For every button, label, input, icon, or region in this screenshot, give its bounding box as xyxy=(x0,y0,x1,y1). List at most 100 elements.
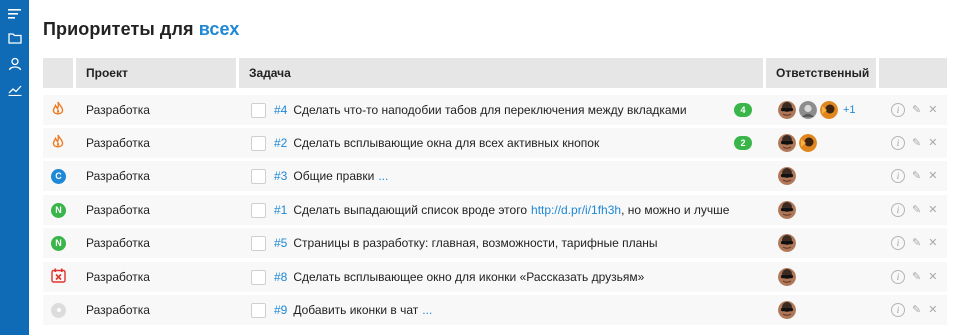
task-checkbox[interactable] xyxy=(251,168,266,184)
task-number[interactable]: #4 xyxy=(274,103,287,117)
avatar[interactable] xyxy=(778,301,796,319)
task-title-suffix[interactable]: , но можно и лучше xyxy=(621,203,729,217)
task-cell: #1 Сделать выпадающий список вроде этого… xyxy=(251,195,729,225)
task-title[interactable]: Общие правки xyxy=(293,169,374,183)
table-header: Проект Задача Ответственный xyxy=(43,58,947,88)
task-cell: #3 Общие правки ... xyxy=(251,161,388,191)
task-checkbox[interactable] xyxy=(251,269,266,285)
responsible-avatars xyxy=(778,161,799,191)
folder-icon[interactable] xyxy=(7,30,22,45)
task-number[interactable]: #8 xyxy=(274,270,287,284)
table-row[interactable]: C Разработка #3 Общие правки ... i ✎ ✕ xyxy=(43,161,947,191)
edit-pencil-icon[interactable]: ✎ xyxy=(912,271,921,283)
project-name[interactable]: Разработка xyxy=(86,161,150,191)
header-project[interactable]: Проект xyxy=(76,58,236,88)
project-name[interactable]: Разработка xyxy=(86,228,150,258)
table-row[interactable]: Разработка #4 Сделать что-то наподобии т… xyxy=(43,95,947,125)
page-title-accent[interactable]: всех xyxy=(199,19,240,39)
extra-assignees-count[interactable]: +1 xyxy=(843,104,856,116)
status-cell: N xyxy=(51,195,66,225)
task-cell: #9 Добавить иконки в чат ... xyxy=(251,295,432,325)
task-title[interactable]: Добавить иконки в чат xyxy=(293,303,418,317)
project-name[interactable]: Разработка xyxy=(86,295,150,325)
task-more-ellipsis[interactable]: ... xyxy=(378,169,388,183)
close-icon[interactable]: ✕ xyxy=(928,237,937,249)
comment-count-badge[interactable]: 2 xyxy=(734,136,752,150)
task-title[interactable]: Сделать всплывающие окна для всех активн… xyxy=(293,136,599,150)
task-more-ellipsis[interactable]: ... xyxy=(422,303,432,317)
status-cell: C xyxy=(51,161,66,191)
responsible-avatars xyxy=(778,195,799,225)
project-name[interactable]: Разработка xyxy=(86,195,150,225)
close-icon[interactable]: ✕ xyxy=(928,304,937,316)
edit-pencil-icon[interactable]: ✎ xyxy=(912,304,921,316)
task-title[interactable]: Страницы в разработку: главная, возможно… xyxy=(293,236,657,250)
avatar[interactable] xyxy=(778,234,796,252)
header-task[interactable]: Задача xyxy=(239,58,763,88)
close-icon[interactable]: ✕ xyxy=(928,104,937,116)
user-icon[interactable] xyxy=(7,56,22,71)
letter-n-icon: N xyxy=(51,235,66,251)
avatar[interactable] xyxy=(799,101,817,119)
close-icon[interactable]: ✕ xyxy=(928,137,937,149)
task-link[interactable]: http://d.pr/i/1fh3h xyxy=(531,203,621,217)
fire-icon xyxy=(51,134,65,152)
avatar[interactable] xyxy=(778,167,796,185)
status-cell xyxy=(51,95,65,125)
info-icon[interactable]: i xyxy=(891,103,905,117)
task-checkbox[interactable] xyxy=(251,202,266,218)
header-responsible[interactable]: Ответственный xyxy=(766,58,876,88)
task-checkbox[interactable] xyxy=(251,102,266,118)
comment-count-badge[interactable]: 4 xyxy=(734,103,752,117)
info-icon[interactable]: i xyxy=(891,169,905,183)
letter-n-icon: N xyxy=(51,202,66,218)
project-name[interactable]: Разработка xyxy=(86,95,150,125)
info-icon[interactable]: i xyxy=(891,270,905,284)
task-cell: #4 Сделать что-то наподобии табов для пе… xyxy=(251,95,687,125)
row-actions: i ✎ ✕ xyxy=(891,161,937,191)
task-number[interactable]: #3 xyxy=(274,169,287,183)
avatar[interactable] xyxy=(778,201,796,219)
avatar[interactable] xyxy=(820,101,838,119)
calendar-x-icon xyxy=(51,268,66,286)
menu-lines-icon[interactable] xyxy=(7,6,22,21)
task-number[interactable]: #5 xyxy=(274,236,287,250)
info-icon[interactable]: i xyxy=(891,236,905,250)
page-title-prefix: Приоритеты для xyxy=(43,19,194,39)
edit-pencil-icon[interactable]: ✎ xyxy=(912,170,921,182)
table-row[interactable]: N Разработка #5 Страницы в разработку: г… xyxy=(43,228,947,258)
edit-pencil-icon[interactable]: ✎ xyxy=(912,137,921,149)
table-row[interactable]: Разработка #9 Добавить иконки в чат ... … xyxy=(43,295,947,325)
table-row[interactable]: N Разработка #1 Сделать выпадающий списо… xyxy=(43,195,947,225)
project-name[interactable]: Разработка xyxy=(86,262,150,292)
avatar[interactable] xyxy=(778,101,796,119)
task-number[interactable]: #2 xyxy=(274,136,287,150)
task-number[interactable]: #9 xyxy=(274,303,287,317)
edit-pencil-icon[interactable]: ✎ xyxy=(912,237,921,249)
chart-line-icon[interactable] xyxy=(7,82,22,97)
info-icon[interactable]: i xyxy=(891,136,905,150)
info-icon[interactable]: i xyxy=(891,203,905,217)
responsible-avatars xyxy=(778,262,799,292)
close-icon[interactable]: ✕ xyxy=(928,204,937,216)
avatar[interactable] xyxy=(778,268,796,286)
avatar[interactable] xyxy=(799,134,817,152)
task-cell: #8 Сделать всплывающее окно для иконки «… xyxy=(251,262,644,292)
task-title[interactable]: Сделать выпадающий список вроде этого xyxy=(293,203,527,217)
project-name[interactable]: Разработка xyxy=(86,128,150,158)
close-icon[interactable]: ✕ xyxy=(928,271,937,283)
task-checkbox[interactable] xyxy=(251,302,266,318)
table-row[interactable]: Разработка #8 Сделать всплывающее окно д… xyxy=(43,262,947,292)
task-title[interactable]: Сделать что-то наподобии табов для перек… xyxy=(293,103,686,117)
task-title[interactable]: Сделать всплывающее окно для иконки «Рас… xyxy=(293,270,644,284)
task-checkbox[interactable] xyxy=(251,135,266,151)
edit-pencil-icon[interactable]: ✎ xyxy=(912,204,921,216)
task-number[interactable]: #1 xyxy=(274,203,287,217)
task-checkbox[interactable] xyxy=(251,235,266,251)
close-icon[interactable]: ✕ xyxy=(928,170,937,182)
avatar[interactable] xyxy=(778,134,796,152)
edit-pencil-icon[interactable]: ✎ xyxy=(912,104,921,116)
row-actions: i ✎ ✕ xyxy=(891,228,937,258)
info-icon[interactable]: i xyxy=(891,303,905,317)
table-row[interactable]: Разработка #2 Сделать всплывающие окна д… xyxy=(43,128,947,158)
